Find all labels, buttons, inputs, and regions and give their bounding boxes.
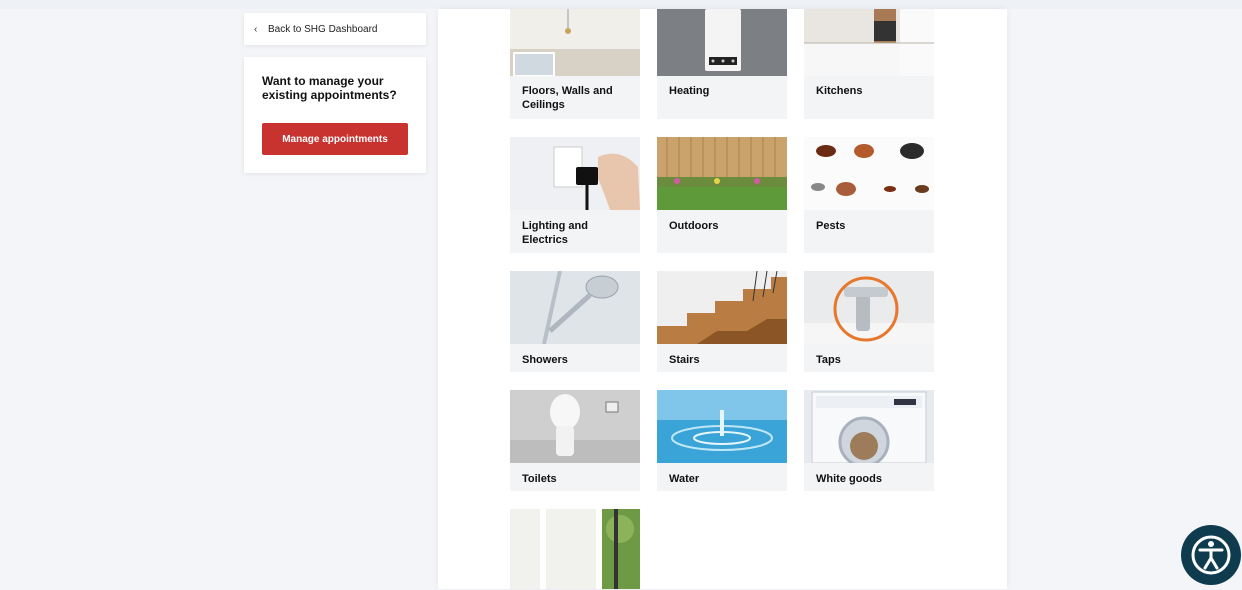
windows-image: [510, 509, 640, 589]
accessibility-icon: [1191, 535, 1231, 575]
kitchens-image: [804, 9, 934, 76]
category-label: Toilets: [522, 473, 557, 485]
category-label: Heating: [669, 85, 710, 97]
category-label: Lighting and Electrics: [522, 220, 588, 246]
heating-image: [657, 9, 787, 76]
back-to-dashboard-link[interactable]: ‹ Back to SHG Dashboard: [244, 13, 426, 45]
outdoors-image: [657, 137, 787, 210]
category-label: Showers: [522, 354, 568, 366]
category-tile-taps[interactable]: Taps: [804, 271, 934, 372]
category-tile-white-goods[interactable]: White goods: [804, 390, 934, 491]
categories-panel: Floors, Walls and Ceilings Heating Kitch: [438, 9, 1007, 589]
category-label: Floors, Walls and Ceilings: [522, 85, 613, 111]
water-image: [657, 390, 787, 463]
category-label: Outdoors: [669, 220, 719, 232]
showers-image: [510, 271, 640, 344]
category-tile-toilets[interactable]: Toilets: [510, 390, 640, 491]
category-tile-windows[interactable]: [510, 509, 640, 589]
lighting-image: [510, 137, 640, 210]
chevron-left-icon: ‹: [254, 23, 258, 35]
top-strip: [0, 0, 1242, 9]
category-tile-heating[interactable]: Heating: [657, 9, 787, 119]
category-label: Water: [669, 473, 700, 485]
accessibility-button[interactable]: [1181, 525, 1241, 585]
pests-image: [804, 137, 934, 210]
category-tile-kitchens[interactable]: Kitchens: [804, 9, 934, 119]
category-tile-showers[interactable]: Showers: [510, 271, 640, 372]
stairs-image: [657, 271, 787, 344]
category-tile-water[interactable]: Water: [657, 390, 787, 491]
category-label: Stairs: [669, 354, 700, 366]
category-label: Pests: [816, 220, 846, 232]
white-goods-image: [804, 390, 934, 463]
category-tile-lighting[interactable]: Lighting and Electrics: [510, 137, 640, 253]
manage-question: Want to manage your existing appointment…: [262, 74, 397, 102]
category-tile-outdoors[interactable]: Outdoors: [657, 137, 787, 253]
back-link-label: Back to SHG Dashboard: [268, 23, 378, 35]
toilets-image: [510, 390, 640, 463]
manage-appointments-card: Want to manage your existing appointment…: [244, 57, 426, 173]
category-label: White goods: [816, 473, 882, 485]
category-tile-floors[interactable]: Floors, Walls and Ceilings: [510, 9, 640, 119]
floors-image: [510, 9, 640, 76]
taps-image: [804, 271, 934, 344]
manage-appointments-button[interactable]: Manage appointments: [262, 123, 408, 155]
category-label: Taps: [816, 354, 841, 366]
category-tile-stairs[interactable]: Stairs: [657, 271, 787, 372]
category-label: Kitchens: [816, 85, 863, 97]
category-tile-pests[interactable]: Pests: [804, 137, 934, 253]
